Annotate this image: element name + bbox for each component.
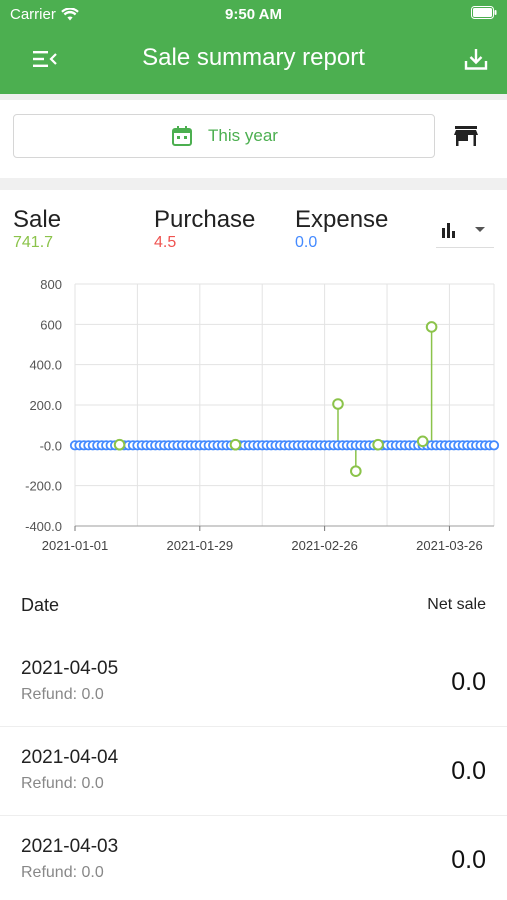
y-tick-label: 200.0 xyxy=(29,398,62,413)
y-tick-label: 800 xyxy=(40,277,62,292)
expense-data-point xyxy=(488,440,500,451)
chart-type-dropdown[interactable] xyxy=(436,212,494,248)
x-tick-label: 2021-03-26 xyxy=(416,538,483,553)
row-net-sale: 0.0 xyxy=(451,757,486,785)
list-item[interactable]: 2021-04-04 Refund: 0.0 0.0 xyxy=(0,727,507,816)
sale-label: Sale xyxy=(13,206,62,233)
download-icon xyxy=(464,49,488,70)
dropdown-arrow-icon xyxy=(475,226,485,232)
x-tick-label: 2021-01-29 xyxy=(167,538,234,553)
x-tick-label: 2021-01-01 xyxy=(42,538,109,553)
purchase-value: 4.5 xyxy=(154,234,177,251)
sale-data-point xyxy=(113,438,126,451)
date-range-label: This year xyxy=(208,126,278,145)
battery-icon xyxy=(471,6,497,19)
sales-chart: 800 600 400.0 200.0 -0.0 -200.0 -400.0 2021-01-… xyxy=(0,272,507,562)
expense-total: Expense 0.0 xyxy=(295,206,388,252)
x-tick-label: 2021-02-26 xyxy=(291,538,358,553)
bar-chart-icon xyxy=(442,222,455,238)
store-icon xyxy=(454,126,478,146)
list-item[interactable]: 2021-04-05 Refund: 0.0 0.0 xyxy=(0,638,507,727)
row-refund: Refund: 0.0 xyxy=(21,686,104,703)
net-sale-column-header: Net sale xyxy=(427,596,486,613)
expense-label: Expense xyxy=(295,206,389,233)
sales-list: 2021-04-05 Refund: 0.0 0.0 2021-04-04 Re… xyxy=(0,638,507,900)
date-column-header: Date xyxy=(21,594,60,615)
summary-totals: Sale 741.7 Purchase 4.5 Expense 0.0 xyxy=(0,190,507,260)
y-tick-label: -200.0 xyxy=(25,479,62,494)
sale-data-point xyxy=(425,321,438,333)
app-root: Carrier 9:50 AM Sale summary report This… xyxy=(0,0,507,900)
sale-data-point xyxy=(416,435,429,448)
row-date: 2021-04-03 xyxy=(21,836,119,857)
title-bar: Sale summary report xyxy=(0,36,507,84)
row-date: 2021-04-05 xyxy=(21,658,119,679)
app-header: Carrier 9:50 AM Sale summary report xyxy=(0,0,507,94)
clock: 9:50 AM xyxy=(225,6,282,23)
calendar-icon xyxy=(172,126,193,146)
row-net-sale: 0.0 xyxy=(451,846,486,874)
y-tick-label: -0.0 xyxy=(40,438,62,453)
purchase-label: Purchase xyxy=(154,206,256,233)
page-title: Sale summary report xyxy=(142,44,365,71)
date-range-selector[interactable]: This year xyxy=(13,114,435,158)
y-tick-label: 400.0 xyxy=(29,358,62,373)
purchase-total: Purchase 4.5 xyxy=(154,206,255,252)
expense-value: 0.0 xyxy=(295,234,318,251)
row-date: 2021-04-04 xyxy=(21,747,119,768)
chart-canvas: 800 600 400.0 200.0 -0.0 -200.0 -400.0 2021-01-… xyxy=(25,277,500,553)
sale-data-point xyxy=(372,438,384,451)
row-refund: Refund: 0.0 xyxy=(21,864,104,881)
status-bar: Carrier 9:50 AM xyxy=(0,0,507,28)
y-tick-label: -400.0 xyxy=(25,519,62,534)
store-button[interactable] xyxy=(452,122,480,150)
sale-data-point xyxy=(332,398,344,410)
sale-data-point xyxy=(229,438,242,451)
sale-data-point xyxy=(350,465,362,477)
row-refund: Refund: 0.0 xyxy=(21,775,104,792)
filter-bar: This year xyxy=(0,94,507,178)
list-item[interactable]: 2021-04-03 Refund: 0.0 0.0 xyxy=(0,816,507,900)
sale-total: Sale 741.7 xyxy=(13,206,61,252)
list-header: Date Net sale xyxy=(0,580,507,630)
section-divider xyxy=(0,178,507,190)
download-button[interactable] xyxy=(461,44,491,74)
row-net-sale: 0.0 xyxy=(451,668,486,696)
y-tick-label: 600 xyxy=(40,317,62,332)
sale-value: 741.7 xyxy=(13,234,54,251)
